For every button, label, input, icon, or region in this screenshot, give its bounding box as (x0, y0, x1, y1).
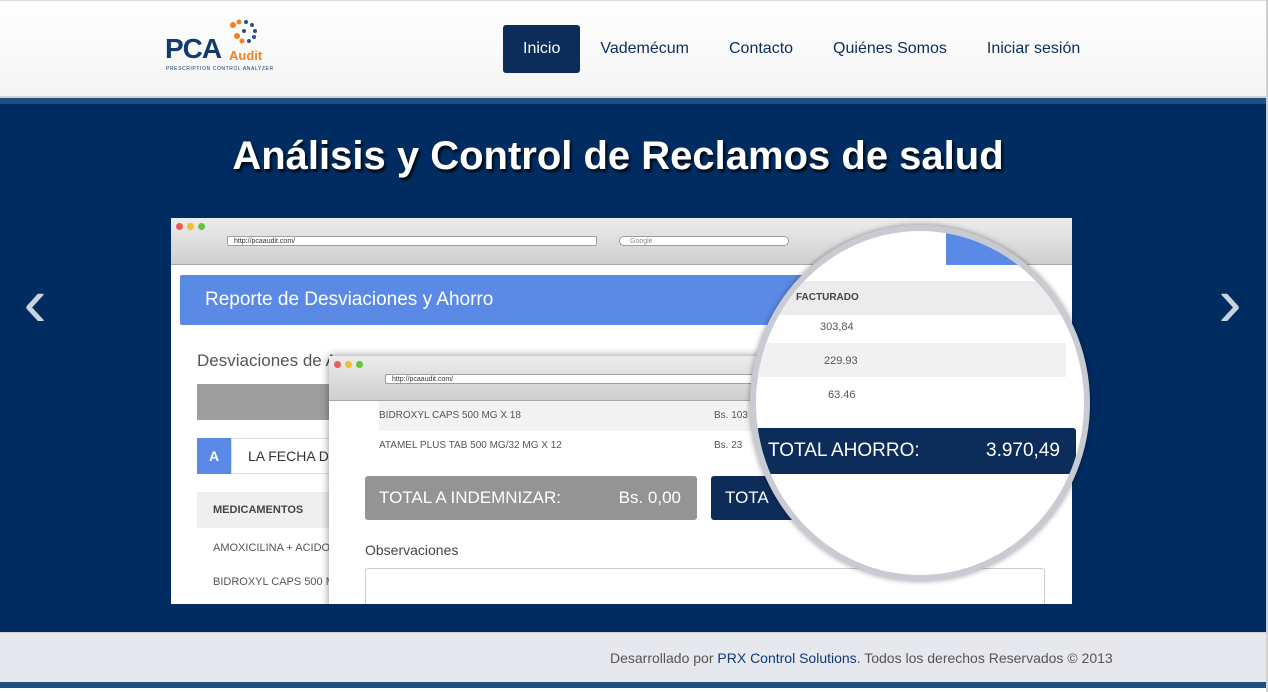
logo-brand: PCA (165, 33, 222, 64)
logo-tagline: PRESCRIPTION CONTROL ANALYZER (166, 66, 274, 72)
indemnizar-label: TOTAL A INDEMNIZAR: (379, 488, 561, 507)
facturado-header: FACTURADO (756, 281, 1084, 315)
nav-item-iniciar-sesion[interactable]: Iniciar sesión (967, 25, 1100, 73)
browser-url: http://pcaaudit.com/ (227, 236, 597, 246)
magnifier-lens: FACTURADO 303,84 229.93 63.46 TOTAL AHOR… (750, 225, 1090, 581)
pca-audit-logo[interactable]: PCA Audit PRESCRIPTION CONTROL ANALYZER (165, 19, 275, 79)
report-title: Reporte de Desviaciones y Ahorro (180, 275, 840, 325)
indemnizar-value: Bs. 0,00 (618, 488, 681, 507)
second-window-url: http://pcaaudit.com/ (385, 374, 765, 384)
row-bs: Bs. 23 (714, 440, 743, 451)
row-name: BIDROXYL CAPS 500 MG X 18 (379, 410, 521, 421)
nav-item-contacto[interactable]: Contacto (709, 25, 813, 73)
facturado-value: 63.46 (828, 389, 856, 401)
footer-text: Desarrollado por PRX Control Solutions. … (610, 650, 1113, 666)
browser-search: Google (619, 236, 789, 246)
nav-item-quienes-somos[interactable]: Quiénes Somos (813, 25, 967, 73)
footer-suffix: . Todos los derechos Reservados © 2013 (856, 650, 1113, 666)
facturado-value: 229.93 (824, 355, 858, 367)
magnifier-row-band (756, 343, 1066, 377)
footer-prefix: Desarrollado por (610, 650, 718, 666)
close-dot-icon (334, 361, 341, 368)
site-footer: Desarrollado por PRX Control Solutions. … (0, 632, 1266, 682)
med-row: AMOXICILINA + ACIDO (213, 542, 331, 554)
maximize-dot-icon (356, 361, 363, 368)
nav-item-vademecum[interactable]: Vademécum (580, 25, 709, 73)
tag-letter: A (197, 438, 231, 474)
row-bs: Bs. 103 (714, 410, 748, 421)
section-title: Desviaciones de A (197, 351, 337, 370)
logo-dots-icon (230, 19, 257, 44)
row-name: ATAMEL PLUS TAB 500 MG/32 MG X 12 (379, 440, 562, 451)
footer-stripe (0, 682, 1266, 688)
site-header: PCA Audit PRESCRIPTION CONTROL ANALYZER … (0, 0, 1266, 96)
main-nav: Inicio Vademécum Contacto Quiénes Somos … (503, 25, 1100, 73)
minimize-dot-icon (187, 223, 194, 230)
total-indemnizar-box: TOTAL A INDEMNIZAR: Bs. 0,00 (365, 476, 697, 520)
total-ahorro-box: TOTAL AHORRO: 3.970,49 (756, 428, 1076, 474)
logo-sub: Audit (229, 48, 263, 63)
carousel-next-arrow-icon[interactable]: › (1210, 267, 1250, 337)
total-ahorro-label: TOTAL AHORRO: (768, 440, 920, 461)
footer-company-link[interactable]: PRX Control Solutions (717, 650, 856, 666)
maximize-dot-icon (198, 223, 205, 230)
facturado-value: 303,84 (820, 321, 854, 333)
hero-title: Análisis y Control de Reclamos de salud (232, 134, 1004, 178)
magnifier-blue-strip (946, 231, 1066, 265)
observaciones-label: Observaciones (365, 542, 459, 558)
med-row: BIDROXYL CAPS 500 M (213, 576, 335, 588)
nav-item-inicio[interactable]: Inicio (503, 25, 581, 73)
carousel-prev-arrow-icon[interactable]: ‹ (15, 267, 55, 337)
minimize-dot-icon (345, 361, 352, 368)
close-dot-icon (176, 223, 183, 230)
total-ahorro-value: 3.970,49 (986, 440, 1060, 461)
